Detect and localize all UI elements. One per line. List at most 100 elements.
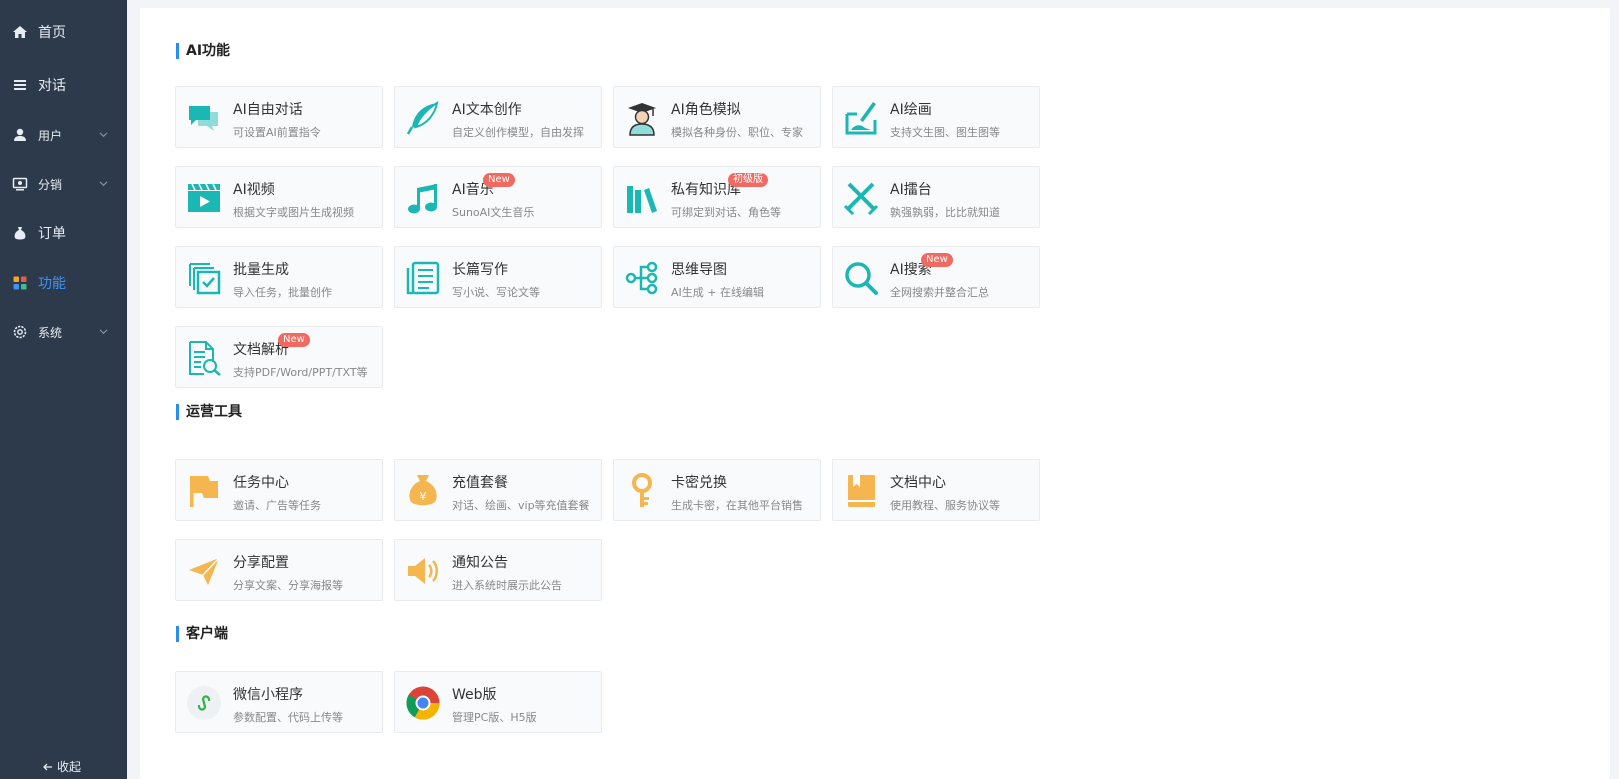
card-wechat-miniprogram[interactable]: 微信小程序 参数配置、代码上传等 <box>175 671 383 733</box>
sidebar-item-label: 分销 <box>38 177 63 192</box>
sidebar-item-users[interactable]: 用户 <box>0 115 127 155</box>
collapse-label: 收起 <box>57 760 82 774</box>
chat-bubbles-icon <box>189 106 218 131</box>
card-ai-role[interactable]: AI角色模拟 模拟各种身份、职位、专家 <box>613 86 821 148</box>
card-ai-arena[interactable]: AI擂台 孰强孰弱，比比就知道 <box>832 166 1040 228</box>
card-desc: 根据文字或图片生成视频 <box>233 206 354 219</box>
card-title: 充值套餐 <box>452 475 508 491</box>
card-announcement[interactable]: 通知公告 进入系统时展示此公告 <box>394 539 602 601</box>
search-icon <box>845 262 878 295</box>
main-panel: AI功能 AI自由对话 可设置AI前置指令 AI文本创作 自定义创作模型，自由发… <box>140 8 1610 779</box>
sidebar-item-features[interactable]: 功能 <box>0 263 127 303</box>
card-desc: 使用教程、服务协议等 <box>890 499 1000 512</box>
sidebar-item-orders[interactable]: 订单 <box>0 213 127 253</box>
card-desc: 可绑定到对话、角色等 <box>671 206 781 219</box>
card-doc-center[interactable]: 文档中心 使用教程、服务协议等 <box>832 459 1040 521</box>
card-desc: 分享文案、分享海报等 <box>233 579 343 592</box>
card-desc: 可设置AI前置指令 <box>233 126 321 139</box>
sidebar-item-chat[interactable]: 对话 <box>0 65 127 105</box>
section-title-client: 客户端 <box>176 626 228 642</box>
chevron-down-icon <box>99 132 108 138</box>
card-task-center[interactable]: 任务中心 邀请、广告等任务 <box>175 459 383 521</box>
card-ai-text[interactable]: AI文本创作 自定义创作模型，自由发挥 <box>394 86 602 148</box>
card-desc: 邀请、广告等任务 <box>233 499 321 512</box>
sidebar-item-distribution[interactable]: 分销 <box>0 164 127 204</box>
key-icon <box>632 473 652 507</box>
section-title-ops: 运营工具 <box>176 404 242 420</box>
card-desc: 支持文生图、图生图等 <box>890 126 1000 139</box>
miniprogram-icon <box>187 686 221 720</box>
card-title: 分享配置 <box>233 555 289 571</box>
card-mindmap[interactable]: 思维导图 AI生成 + 在线编辑 <box>613 246 821 308</box>
crossed-swords-icon <box>843 182 879 216</box>
card-title: 长篇写作 <box>452 262 508 278</box>
yen-bag-icon: ¥ <box>409 475 437 506</box>
card-ai-chat[interactable]: AI自由对话 可设置AI前置指令 <box>175 86 383 148</box>
distribution-icon <box>12 177 28 191</box>
speaker-icon <box>408 558 438 584</box>
card-desc: 孰强孰弱，比比就知道 <box>890 206 1000 219</box>
music-note-icon <box>408 184 437 214</box>
card-desc: 自定义创作模型，自由发挥 <box>452 126 584 139</box>
sidebar-item-system[interactable]: 系统 <box>0 312 127 352</box>
chevron-down-icon <box>99 181 108 187</box>
card-web-version[interactable]: Web版 管理PC版、H5版 <box>394 671 602 733</box>
card-recharge[interactable]: ¥ 充值套餐 对话、绘画、vip等充值套餐 <box>394 459 602 521</box>
user-icon <box>14 128 26 141</box>
card-desc: 生成卡密，在其他平台销售 <box>671 499 803 512</box>
card-batch-generate[interactable]: 批量生成 导入任务，批量创作 <box>175 246 383 308</box>
arrow-left-icon <box>43 763 52 770</box>
card-title: AI擂台 <box>890 182 932 198</box>
card-ai-music[interactable]: AI音乐 SunoAI文生音乐 New <box>394 166 602 228</box>
card-desc: 支持PDF/Word/PPT/TXT等 <box>233 366 368 379</box>
card-title: AI文本创作 <box>452 102 522 118</box>
sidebar-item-label: 系统 <box>38 325 63 340</box>
section-title-ai: AI功能 <box>176 43 230 59</box>
card-knowledge-base[interactable]: 私有知识库 可绑定到对话、角色等 初级版 <box>613 166 821 228</box>
sidebar-item-label: 用户 <box>38 128 63 143</box>
sidebar-item-label: 对话 <box>38 78 66 94</box>
sidebar-item-home[interactable]: 首页 <box>0 12 127 52</box>
card-title: 卡密兑换 <box>671 475 727 491</box>
sidebar-item-label: 首页 <box>38 25 66 41</box>
video-icon <box>188 183 220 212</box>
card-doc-parse[interactable]: 文档解析 支持PDF/Word/PPT/TXT等 New <box>175 326 383 388</box>
card-desc: 导入任务，批量创作 <box>233 286 332 299</box>
card-desc: 模拟各种身份、职位、专家 <box>671 126 803 139</box>
doc-search-icon <box>189 341 221 376</box>
new-badge: New <box>278 333 310 347</box>
card-desc: 参数配置、代码上传等 <box>233 711 343 724</box>
card-title: 思维导图 <box>671 262 727 278</box>
graduate-icon <box>628 103 656 136</box>
card-title: 批量生成 <box>233 262 289 278</box>
chevron-down-icon <box>99 329 108 335</box>
card-desc: AI生成 + 在线编辑 <box>671 286 764 299</box>
card-desc: 管理PC版、H5版 <box>452 711 537 724</box>
card-title: 通知公告 <box>452 555 508 571</box>
collapse-sidebar-button[interactable]: 收起 <box>42 758 81 775</box>
document-lines-icon <box>406 261 440 295</box>
gear-icon <box>13 325 27 339</box>
card-title: 任务中心 <box>233 475 289 491</box>
books-icon <box>627 186 657 213</box>
svg-text:¥: ¥ <box>420 490 427 503</box>
card-desc: 进入系统时展示此公告 <box>452 579 562 592</box>
flag-icon <box>190 476 218 507</box>
grid-icon <box>13 276 27 290</box>
feather-icon <box>406 101 439 135</box>
card-desc: 全网搜索并整合汇总 <box>890 286 989 299</box>
card-ai-paint[interactable]: AI绘画 支持文生图、图生图等 <box>832 86 1040 148</box>
card-title: 微信小程序 <box>233 687 303 703</box>
new-badge: New <box>483 173 515 187</box>
new-badge: New <box>921 253 953 267</box>
card-share-config[interactable]: 分享配置 分享文案、分享海报等 <box>175 539 383 601</box>
tier-badge: 初级版 <box>728 173 768 187</box>
card-desc: 写小说、写论文等 <box>452 286 540 299</box>
card-ai-search[interactable]: AI搜索 全网搜索并整合汇总 New <box>832 246 1040 308</box>
mindmap-icon <box>625 261 658 295</box>
sidebar-item-label: 功能 <box>38 276 66 292</box>
card-long-writing[interactable]: 长篇写作 写小说、写论文等 <box>394 246 602 308</box>
batch-check-icon <box>189 263 221 295</box>
card-ai-video[interactable]: AI视频 根据文字或图片生成视频 <box>175 166 383 228</box>
card-card-redeem[interactable]: 卡密兑换 生成卡密，在其他平台销售 <box>613 459 821 521</box>
